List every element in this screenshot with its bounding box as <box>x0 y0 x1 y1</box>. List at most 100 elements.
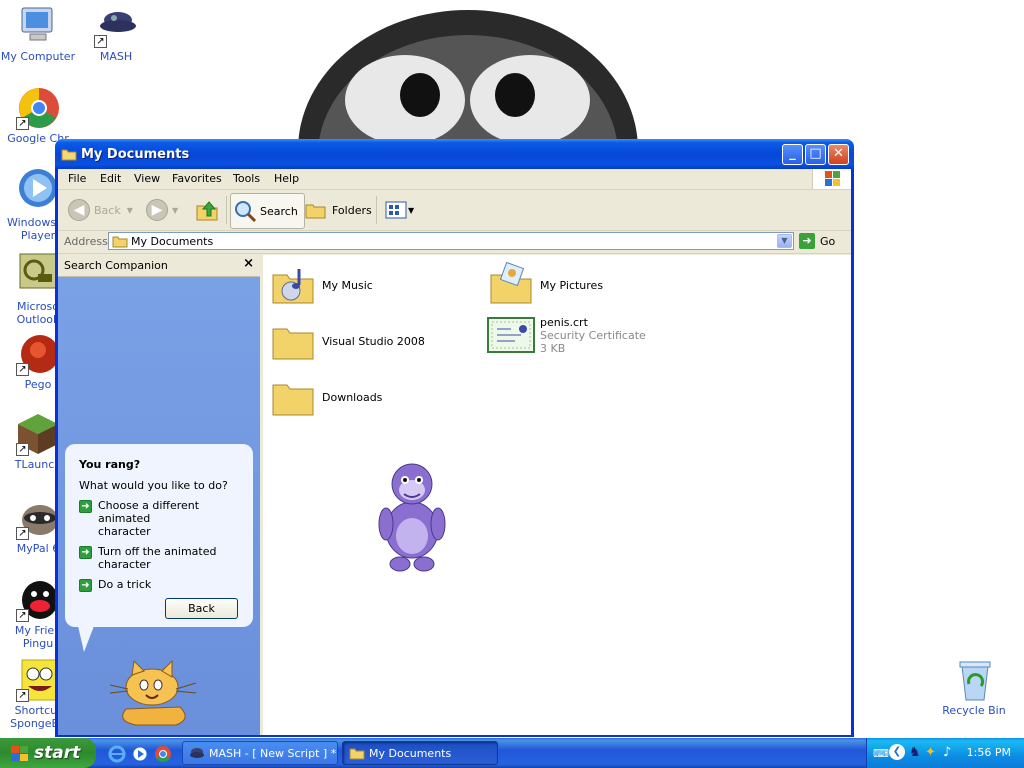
shortcut-arrow-icon: ↗ <box>16 689 29 702</box>
folder-icon <box>272 328 314 360</box>
back-arrow-icon: ◀ <box>68 199 90 221</box>
desktop-icon-google-chrome[interactable]: ↗ Google Chr <box>0 86 80 145</box>
back-button[interactable]: ◀ Back ▼ <box>68 194 133 226</box>
search-companion-pane: Search Companion × You rang? What would … <box>58 255 260 735</box>
taskbar-button-mash[interactable]: MASH - [ New Script ] * <box>182 741 338 765</box>
item-type: Security Certificate <box>540 328 646 342</box>
folder-item-downloads[interactable]: Downloads <box>269 373 382 421</box>
green-arrow-icon: ➜ <box>79 579 92 592</box>
menu-help[interactable]: Help <box>274 172 299 185</box>
dropdown-arrow-icon: ▼ <box>172 205 179 215</box>
title-bar[interactable]: My Documents _ □ ✕ <box>55 139 854 169</box>
menu-file[interactable]: File <box>68 172 86 185</box>
windows-flag-icon <box>11 746 28 761</box>
option-do-a-trick[interactable]: ➜ Do a trick <box>79 578 244 592</box>
item-name: Visual Studio 2008 <box>322 334 425 348</box>
taskbar: start MASH - [ New Script ] * My Documen… <box>0 738 1024 768</box>
volume-tray-icon[interactable]: ♪ <box>943 745 951 760</box>
folder-icon <box>272 384 314 416</box>
up-folder-icon <box>196 201 218 221</box>
minimize-button[interactable]: _ <box>782 144 803 165</box>
folders-label: Folders <box>332 203 372 217</box>
desktop-icon-label: Recycle Bin <box>942 704 1006 717</box>
menu-view[interactable]: View <box>134 172 160 185</box>
purple-gorilla-character[interactable] <box>370 460 454 574</box>
option-label: Turn off the animated <box>98 545 217 558</box>
cat-assistant-character[interactable] <box>106 659 202 729</box>
keyboard-icon[interactable]: ⌨ <box>873 747 889 760</box>
chrome-quicklaunch-icon[interactable] <box>154 745 172 766</box>
address-dropdown-button[interactable]: ▼ <box>777 234 792 248</box>
menu-favorites[interactable]: Favorites <box>172 172 222 185</box>
address-bar: Address My Documents ▼ ➜ Go <box>58 231 851 254</box>
search-companion-header: Search Companion × <box>58 255 260 277</box>
shortcut-arrow-icon: ↗ <box>16 609 29 622</box>
task-label: MASH - [ New Script ] * <box>209 747 337 760</box>
network-tray-icon[interactable]: ✦ <box>925 745 936 760</box>
search-button[interactable]: Search <box>230 193 305 229</box>
wizard-tray-icon[interactable]: ♞ <box>909 745 921 760</box>
raccoon-icon: ↗ <box>16 496 60 540</box>
option-turn-off-character[interactable]: ➜ Turn off the animated character <box>79 545 244 571</box>
up-folder-button[interactable] <box>195 194 219 226</box>
maximize-button[interactable]: □ <box>805 144 826 165</box>
chevron-left-icon[interactable]: ❮ <box>889 744 905 760</box>
ie-quicklaunch-icon[interactable] <box>108 745 126 766</box>
media-quicklaunch-icon[interactable] <box>131 745 149 766</box>
folder-icon <box>349 748 365 760</box>
option-label: character <box>98 558 151 571</box>
task-label: My Documents <box>369 747 452 760</box>
go-arrow-icon: ➜ <box>799 233 815 249</box>
bubble-question: What would you like to do? <box>79 479 228 492</box>
file-item-certificate[interactable]: penis.crt Security Certificate 3 KB <box>487 315 646 355</box>
option-choose-character[interactable]: ➜ Choose a different animated character <box>79 499 244 538</box>
folder-icon <box>112 236 128 248</box>
dropdown-arrow-icon: ▼ <box>126 205 133 215</box>
desktop-icon-my-computer[interactable]: My Computer <box>0 4 80 63</box>
option-label: Do a trick <box>98 578 152 591</box>
system-tray: ⌨ ❮ ♞ ✦ ♪ 1:56 PM <box>866 738 1024 768</box>
dropdown-arrow-icon: ▼ <box>408 205 415 215</box>
certificate-icon <box>487 317 535 353</box>
menu-edit[interactable]: Edit <box>100 172 121 185</box>
menu-tools[interactable]: Tools <box>233 172 260 185</box>
folder-item-my-music[interactable]: My Music <box>269 261 373 309</box>
chrome-icon: ↗ <box>16 86 60 130</box>
shortcut-arrow-icon: ↗ <box>16 363 29 376</box>
pingu-icon: ↗ <box>16 578 60 622</box>
search-icon <box>235 201 257 223</box>
toolbar-separator <box>226 196 227 224</box>
toolbar: ◀ Back ▼ ▶ ▼ Search Folders ▼ <box>58 190 851 231</box>
windows-logo-icon <box>812 169 851 189</box>
desktop-icon-label: MASH <box>99 50 133 63</box>
close-pane-icon[interactable]: × <box>243 256 254 271</box>
go-button[interactable]: ➜ Go <box>799 232 835 250</box>
address-input[interactable]: My Documents ▼ <box>108 232 794 250</box>
green-arrow-icon: ➜ <box>79 500 92 513</box>
address-value: My Documents <box>131 235 214 248</box>
option-label: Choose a different animated <box>98 499 200 525</box>
folder-icon <box>61 146 77 165</box>
bubble-back-button[interactable]: Back <box>165 598 238 619</box>
pego-icon: ↗ <box>16 332 60 376</box>
close-button[interactable]: ✕ <box>828 144 849 165</box>
start-button[interactable]: start <box>0 738 96 768</box>
shortcut-arrow-icon: ↗ <box>16 117 29 130</box>
folder-item-my-pictures[interactable]: My Pictures <box>487 261 603 309</box>
folder-item-visual-studio-2008[interactable]: Visual Studio 2008 <box>269 317 425 365</box>
pictures-folder-icon <box>490 261 532 304</box>
clock[interactable]: 1:56 PM <box>967 746 1011 759</box>
speech-bubble-tail <box>78 626 94 652</box>
forward-button[interactable]: ▶ ▼ <box>146 194 178 226</box>
folders-button[interactable]: Folders <box>304 194 372 226</box>
item-name: My Music <box>322 278 373 292</box>
menu-bar: File Edit View Favorites Tools Help <box>58 169 851 190</box>
item-name: Downloads <box>322 390 383 404</box>
shortcut-arrow-icon: ↗ <box>16 443 29 456</box>
desktop-icon-recycle-bin[interactable]: Recycle Bin <box>932 658 1016 717</box>
search-label: Search <box>260 204 298 218</box>
green-arrow-icon: ➜ <box>79 546 92 559</box>
views-button[interactable]: ▼ <box>384 194 414 226</box>
taskbar-button-my-documents[interactable]: My Documents <box>342 741 498 765</box>
desktop-icon-mash[interactable]: ↗ MASH <box>74 4 158 63</box>
